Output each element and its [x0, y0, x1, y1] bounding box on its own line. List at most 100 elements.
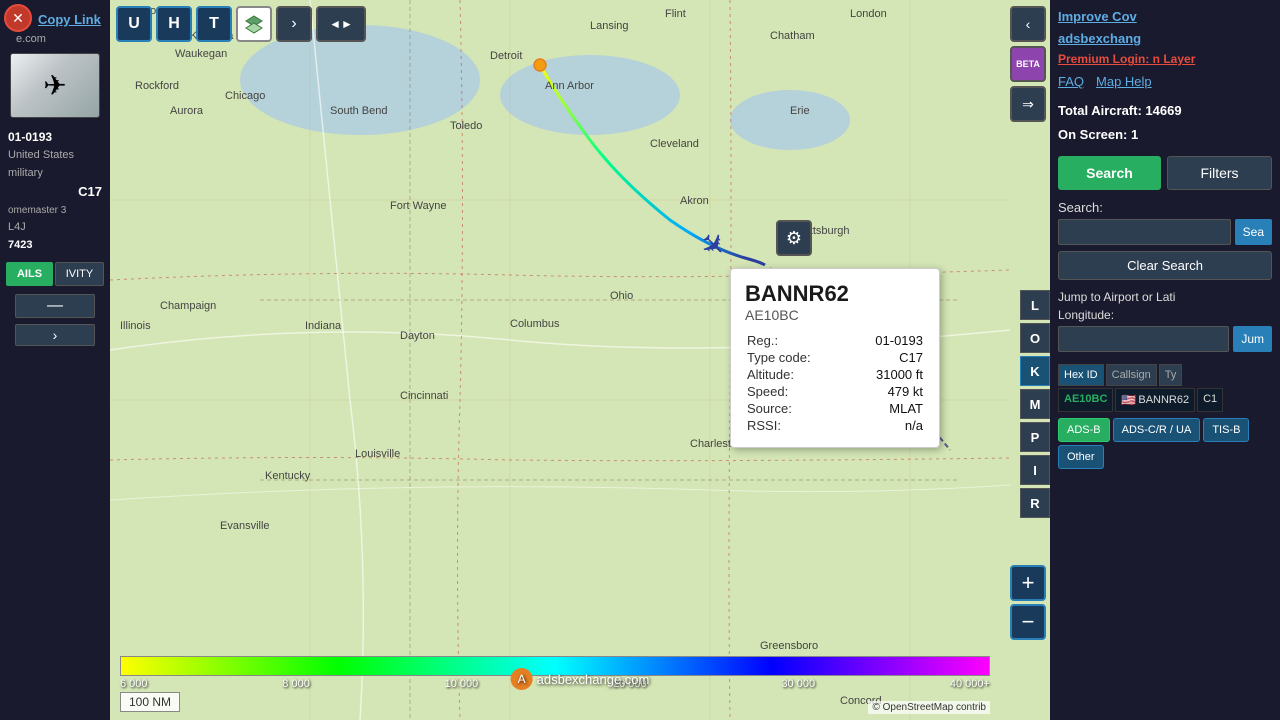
scale-bar: 100 NM [120, 692, 180, 712]
right-panel: Improve Cov adsbexchang Premium Login: n… [1050, 0, 1280, 720]
jump-input[interactable] [1058, 326, 1229, 352]
th-hex-id[interactable]: Hex ID [1058, 364, 1104, 386]
sea-button[interactable]: Sea [1235, 219, 1272, 245]
login-button[interactable]: ⇒ [1010, 86, 1046, 122]
search-row: Sea [1058, 219, 1272, 245]
td-hex: AE10BC [1058, 388, 1113, 412]
details-button[interactable]: AILS [6, 262, 53, 286]
search-button[interactable]: Search [1058, 156, 1161, 190]
search-input[interactable] [1058, 219, 1231, 245]
jump-button[interactable]: Jum [1233, 326, 1272, 352]
map-help-link[interactable]: Map Help [1096, 74, 1152, 89]
sidebar-action-row: AILS IVITY [0, 258, 110, 290]
popup-reg-value: 01-0193 [853, 333, 923, 348]
map-right-controls: ‹ BETA ⇒ [1010, 6, 1050, 122]
longitude-label: Longitude: [1058, 308, 1272, 322]
filter-tis-b[interactable]: TIS-B [1203, 418, 1249, 442]
popup-source-value: MLAT [853, 401, 923, 416]
country-label: United States [8, 147, 102, 165]
popup-altitude-value: 31000 ft [853, 367, 923, 382]
popup-callsign: BANNR62 [745, 281, 925, 307]
btn-l[interactable]: L [1020, 290, 1050, 320]
btn-t[interactable]: T [196, 6, 232, 42]
close-button[interactable]: ✕ [4, 4, 32, 32]
nav-next-button[interactable]: › [276, 6, 312, 42]
help-links: FAQ Map Help [1058, 74, 1272, 89]
popup-source-label: Source: [747, 401, 851, 416]
icao-label: L4J [8, 219, 102, 237]
osm-credit: © OpenStreetMap contrib [868, 701, 990, 714]
registration-label: 01-0193 [8, 128, 102, 147]
improve-coverage-link[interactable]: Improve Cov [1058, 8, 1272, 26]
popup-speed-row: Speed: 479 kt [747, 384, 923, 399]
settings-button[interactable]: ⚙ [776, 220, 812, 256]
military-label: military [8, 165, 102, 183]
btn-o[interactable]: O [1020, 323, 1050, 353]
adsb-logo: A adsbexchange.com [511, 668, 650, 690]
results-table-header: Hex ID Callsign Ty [1058, 364, 1272, 386]
on-screen-stat: On Screen: 1 [1058, 123, 1272, 146]
popup-type-value: C17 [853, 350, 923, 365]
popup-reg-label: Reg.: [747, 333, 851, 348]
popup-info-table: Reg.: 01-0193 Type code: C17 Altitude: 3… [745, 331, 925, 435]
btn-m[interactable]: M [1020, 389, 1050, 419]
aircraft-thumbnail: ✈ [10, 53, 100, 118]
th-callsign[interactable]: Callsign [1106, 364, 1157, 386]
popup-rssi-value: n/a [853, 418, 923, 433]
total-aircraft-stat: Total Aircraft: 14669 [1058, 99, 1272, 122]
left-sidebar: ✕ Copy Link e.com ✈ 01-0193 United State… [0, 0, 110, 720]
popup-altitude-label: Altitude: [747, 367, 851, 382]
aircraft-info: 01-0193 United States military C17 omema… [0, 124, 110, 258]
btn-u[interactable]: U [116, 6, 152, 42]
btn-r[interactable]: R [1020, 488, 1050, 518]
popup-rssi-row: RSSI: n/a [747, 418, 923, 433]
popup-hex-id: AE10BC [745, 307, 925, 323]
btn-p[interactable]: P [1020, 422, 1050, 452]
btn-k[interactable]: K [1020, 356, 1050, 386]
th-type[interactable]: Ty [1159, 364, 1183, 386]
btn-i[interactable]: I [1020, 455, 1050, 485]
zoom-controls: + − [1010, 565, 1046, 640]
type-label: C17 [8, 182, 102, 203]
td-type: C1 [1197, 388, 1223, 412]
faq-link[interactable]: FAQ [1058, 74, 1084, 89]
jump-label: Jump to Airport or Lati [1058, 290, 1272, 304]
stats-section: Total Aircraft: 14669 On Screen: 1 [1058, 99, 1272, 146]
copy-link-button[interactable]: Copy Link [30, 8, 110, 31]
zoom-out-button[interactable]: − [1010, 604, 1046, 640]
aircraft-image: ✈ [11, 54, 99, 117]
role-label: omemaster 3 [8, 203, 102, 219]
filter-ads-cr[interactable]: ADS-C/R / UA [1113, 418, 1201, 442]
back-arrow-button[interactable]: ‹ [1010, 6, 1046, 42]
nav-lr-button[interactable]: ◄► [316, 6, 366, 42]
sidebar-letter-buttons: L O K M P I R [1020, 290, 1050, 518]
filter-ads-b[interactable]: ADS-B [1058, 418, 1110, 442]
popup-altitude-row: Altitude: 31000 ft [747, 367, 923, 382]
layers-button[interactable] [236, 6, 272, 42]
table-row[interactable]: AE10BC 🇺🇸 BANNR62 C1 [1058, 388, 1272, 412]
search-filter-buttons: Search Filters [1058, 156, 1272, 190]
filter-button-row: ADS-B ADS-C/R / UA TIS-B Other [1058, 418, 1272, 469]
squawk-label: 7423 [8, 237, 102, 255]
jump-row: Jum [1058, 326, 1272, 352]
search-label: Search: [1058, 200, 1272, 215]
beta-button[interactable]: BETA [1010, 46, 1046, 82]
popup-rssi-label: RSSI: [747, 418, 851, 433]
map-top-controls: U H T › ◄► [116, 6, 366, 42]
filters-button[interactable]: Filters [1167, 156, 1272, 190]
popup-speed-value: 479 kt [853, 384, 923, 399]
adsb-exchange-link[interactable]: adsbexchang [1058, 30, 1272, 48]
filter-other[interactable]: Other [1058, 445, 1104, 469]
adsb-logo-icon: A [511, 668, 533, 690]
premium-login-link[interactable]: Premium Login: n Layer [1058, 52, 1272, 66]
popup-reg-row: Reg.: 01-0193 [747, 333, 923, 348]
expand-arrow-button[interactable]: › [15, 324, 95, 346]
map-area[interactable]: adison Kenosha Waukegan Rockford Aurora … [110, 0, 1050, 720]
popup-speed-label: Speed: [747, 384, 851, 399]
clear-search-button[interactable]: Clear Search [1058, 251, 1272, 280]
collapse-button[interactable]: — [15, 294, 95, 318]
zoom-in-button[interactable]: + [1010, 565, 1046, 601]
popup-source-row: Source: MLAT [747, 401, 923, 416]
activity-button[interactable]: IVITY [55, 262, 104, 286]
btn-h[interactable]: H [156, 6, 192, 42]
